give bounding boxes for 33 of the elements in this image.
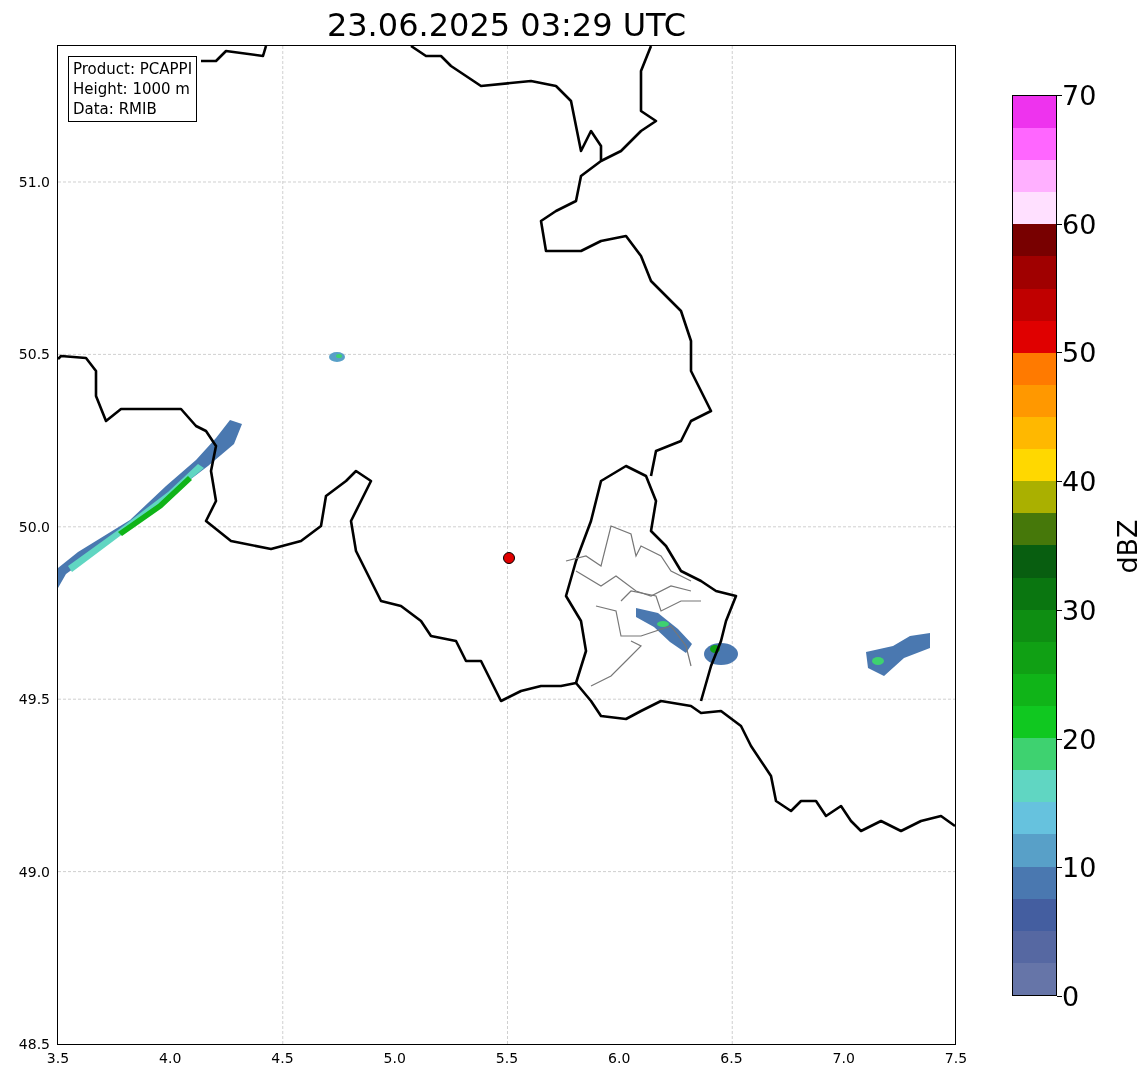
radar-site-icon <box>503 552 515 564</box>
axis-tick-label: 5.5 <box>495 1050 519 1066</box>
axis-tick-label: 49.5 <box>18 691 50 708</box>
axis-tick-label: 3.5 <box>46 1050 70 1066</box>
axis-tick-label: 50.0 <box>18 518 50 535</box>
chart-title: 23.06.2025 03:29 UTC <box>326 5 687 45</box>
colorbar-tick-label: 10 <box>1062 851 1097 883</box>
colorbar-tick-label: 30 <box>1062 594 1097 626</box>
radar-echo <box>866 633 930 676</box>
colorbar-tick-label: 70 <box>1062 79 1097 111</box>
legend-text: Product: PCAPPI <box>73 59 193 79</box>
radar-echo <box>329 352 345 362</box>
colorbar-tick-label: 50 <box>1062 336 1097 368</box>
colorbar-tick-label: 40 <box>1062 465 1097 497</box>
axis-tick-label: 4.0 <box>159 1050 182 1066</box>
radar-echo <box>636 608 692 653</box>
legend-text: Data: RMIB <box>73 99 158 119</box>
colorbar-label: dBZ <box>1111 519 1143 574</box>
colorbar-tick-label: 20 <box>1062 723 1097 755</box>
axis-tick-label: 48.5 <box>18 1036 50 1052</box>
colorbar-tick-label: 0 <box>1062 980 1080 1012</box>
colorbar-tick-label: 60 <box>1062 208 1097 240</box>
axis-tick-label: 7.5 <box>944 1050 968 1066</box>
axis-tick-label: 5.0 <box>383 1050 406 1066</box>
axis-tick-label: 51.0 <box>18 174 50 190</box>
axis-tick-label: 6.0 <box>608 1050 631 1066</box>
radar-echo <box>704 643 738 665</box>
axis-tick-label: 49.0 <box>18 863 50 880</box>
legend-text: Height: 1000 m <box>73 79 191 99</box>
axis-tick-label: 50.5 <box>18 346 50 363</box>
axis-tick-label: 7.0 <box>832 1050 855 1066</box>
axis-tick-label: 6.5 <box>720 1050 743 1066</box>
axis-tick-label: 4.5 <box>271 1050 294 1066</box>
